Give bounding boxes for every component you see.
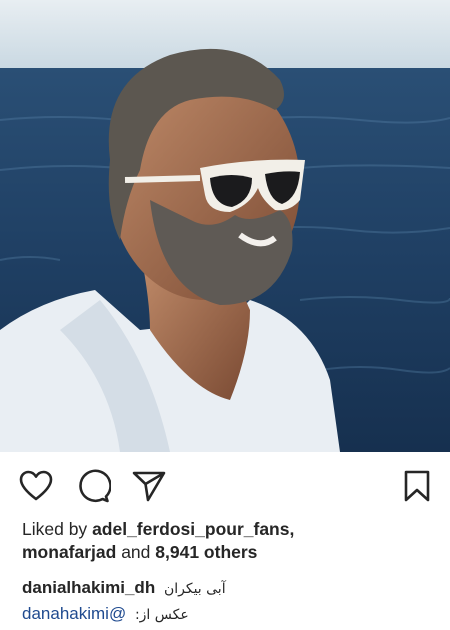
likes-summary: Liked by adel_ferdosi_pour_fans, monafar… (22, 518, 442, 564)
post-actions (0, 452, 450, 518)
likes-line-two: monafarjad and 8,941 others (22, 541, 442, 564)
likes-prefix: Liked by (22, 519, 88, 539)
likes-separator: , (289, 519, 295, 539)
liker-username[interactable]: adel_ferdosi_pour_fans (92, 519, 289, 539)
comment-button[interactable] (75, 468, 111, 504)
heart-icon (19, 470, 53, 501)
caption-username[interactable]: danialhakimi_dh (22, 578, 155, 597)
share-icon (132, 471, 166, 502)
post-photo[interactable] (0, 0, 450, 452)
comment-icon (79, 469, 111, 503)
likes-others-count[interactable]: 8,941 others (155, 542, 257, 562)
post-photo-image (0, 0, 450, 452)
caption-text: آبی بیکران (163, 581, 226, 597)
credit-text: عکس از: (134, 607, 189, 623)
likes-line-one: Liked by adel_ferdosi_pour_fans, (22, 518, 442, 541)
liker-username-second[interactable]: monafarjad (22, 542, 116, 562)
likes-connector: and (121, 542, 151, 562)
credit-mention[interactable]: danahakimi@ (22, 604, 126, 623)
like-button[interactable] (18, 468, 54, 504)
share-button[interactable] (131, 468, 167, 504)
bookmark-icon (404, 470, 430, 502)
photo-credit: danahakimi@ عکس از: (22, 602, 442, 627)
save-button[interactable] (399, 468, 435, 504)
post-caption: danialhakimi_dh آبی بیکران (22, 576, 442, 601)
